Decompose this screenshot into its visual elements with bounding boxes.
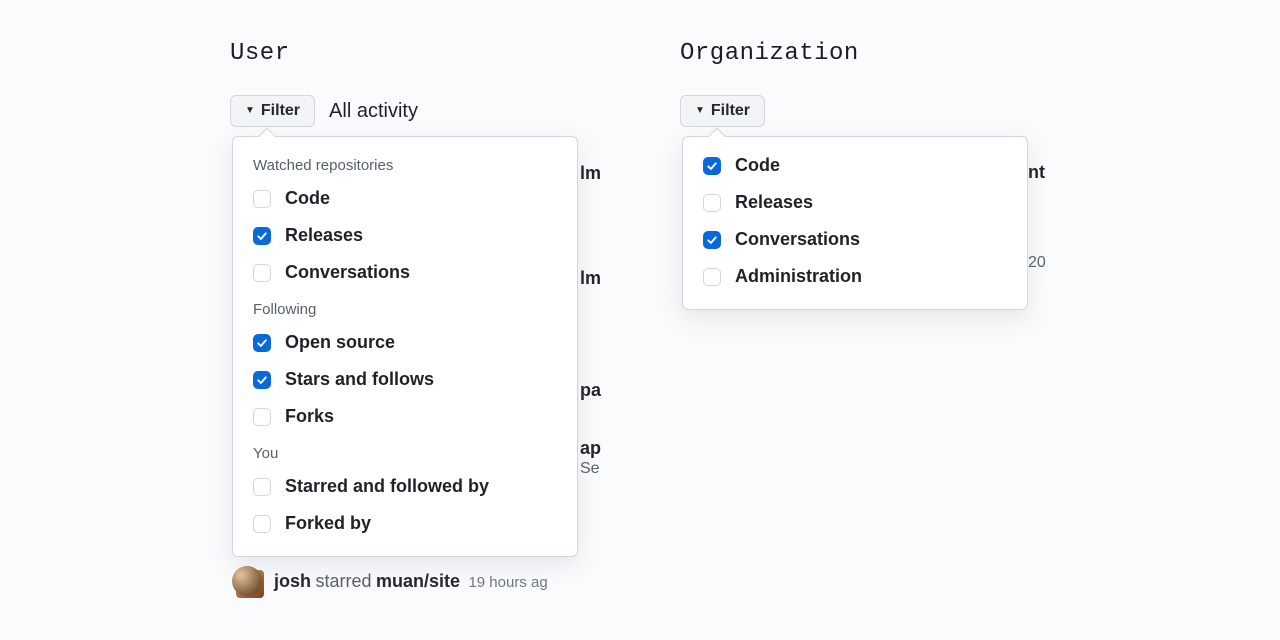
feed-row: josh starred muan/site 19 hours ag (232, 566, 548, 596)
user-toolbar: ▼ Filter All activity (230, 95, 610, 127)
org-column: Organization ▼ Filter (680, 40, 1040, 127)
activity-label: All activity (329, 100, 418, 123)
filter-item-conversations[interactable]: Conversations (233, 254, 577, 291)
filter-item-label: Forked by (285, 513, 371, 534)
feed-action: starred (315, 571, 371, 591)
filter-item-releases[interactable]: Releases (683, 184, 1027, 221)
feed-fragment: pa (580, 380, 601, 401)
triangle-down-icon: ▼ (695, 105, 705, 116)
filter-button[interactable]: ▼ Filter (230, 95, 315, 127)
checkbox-icon[interactable] (703, 194, 721, 212)
feed-fragment: 20 (1028, 254, 1046, 272)
filter-item-administration[interactable]: Administration (683, 258, 1027, 295)
filter-button-label: Filter (711, 102, 750, 120)
filter-item-conversations[interactable]: Conversations (683, 221, 1027, 258)
feed-fragment: ap (580, 438, 601, 459)
filter-item-code[interactable]: Code (233, 180, 577, 217)
filter-item-label: Conversations (735, 229, 860, 250)
org-toolbar: ▼ Filter (680, 95, 1040, 127)
checkbox-icon[interactable] (253, 334, 271, 352)
filter-item-label: Stars and follows (285, 369, 434, 390)
feed-fragment: Se (580, 460, 600, 478)
dropdown-caret (259, 128, 276, 145)
checkbox-icon[interactable] (253, 478, 271, 496)
checkbox-icon[interactable] (703, 268, 721, 286)
group-label-watched-repositories: Watched repositories (233, 147, 577, 180)
filter-item-label: Releases (285, 225, 363, 246)
filter-item-label: Releases (735, 192, 813, 213)
filter-item-label: Forks (285, 406, 334, 427)
filter-item-stars-and-follows[interactable]: Stars and follows (233, 361, 577, 398)
user-heading: User (230, 40, 610, 67)
avatar (232, 566, 262, 596)
filter-item-starred-and-followed-by[interactable]: Starred and followed by (233, 468, 577, 505)
feed-fragment: nt (1028, 162, 1045, 183)
feed-fragment: lm (580, 163, 601, 184)
filter-item-forks[interactable]: Forks (233, 398, 577, 435)
feed-fragment: lm (580, 268, 601, 289)
filter-button[interactable]: ▼ Filter (680, 95, 765, 127)
group-label-you: You (233, 435, 577, 468)
org-heading: Organization (680, 40, 1040, 67)
filter-item-label: Administration (735, 266, 862, 287)
checkbox-icon[interactable] (253, 264, 271, 282)
filter-dropdown-org: Code Releases Conversations Administration (682, 136, 1028, 310)
filter-item-label: Conversations (285, 262, 410, 283)
dropdown-caret (709, 128, 726, 145)
filter-item-label: Code (285, 188, 330, 209)
filter-item-code[interactable]: Code (683, 147, 1027, 184)
triangle-down-icon: ▼ (245, 105, 255, 116)
checkbox-icon[interactable] (703, 157, 721, 175)
filter-button-label: Filter (261, 102, 300, 120)
feed-time: 19 hours ag (468, 574, 547, 591)
filter-item-label: Starred and followed by (285, 476, 489, 497)
filter-dropdown-user: Watched repositories Code Releases Conversa… (232, 136, 578, 557)
checkbox-icon[interactable] (253, 190, 271, 208)
checkbox-icon[interactable] (253, 408, 271, 426)
filter-item-label: Open source (285, 332, 395, 353)
feed-repo: muan/site (376, 571, 460, 591)
checkbox-icon[interactable] (703, 231, 721, 249)
filter-item-releases[interactable]: Releases (233, 217, 577, 254)
user-column: User ▼ Filter All activity (230, 40, 610, 127)
feed-user: josh (274, 571, 311, 591)
filter-item-label: Code (735, 155, 780, 176)
filter-item-forked-by[interactable]: Forked by (233, 505, 577, 542)
checkbox-icon[interactable] (253, 371, 271, 389)
checkbox-icon[interactable] (253, 227, 271, 245)
checkbox-icon[interactable] (253, 515, 271, 533)
group-label-following: Following (233, 291, 577, 324)
filter-item-open-source[interactable]: Open source (233, 324, 577, 361)
